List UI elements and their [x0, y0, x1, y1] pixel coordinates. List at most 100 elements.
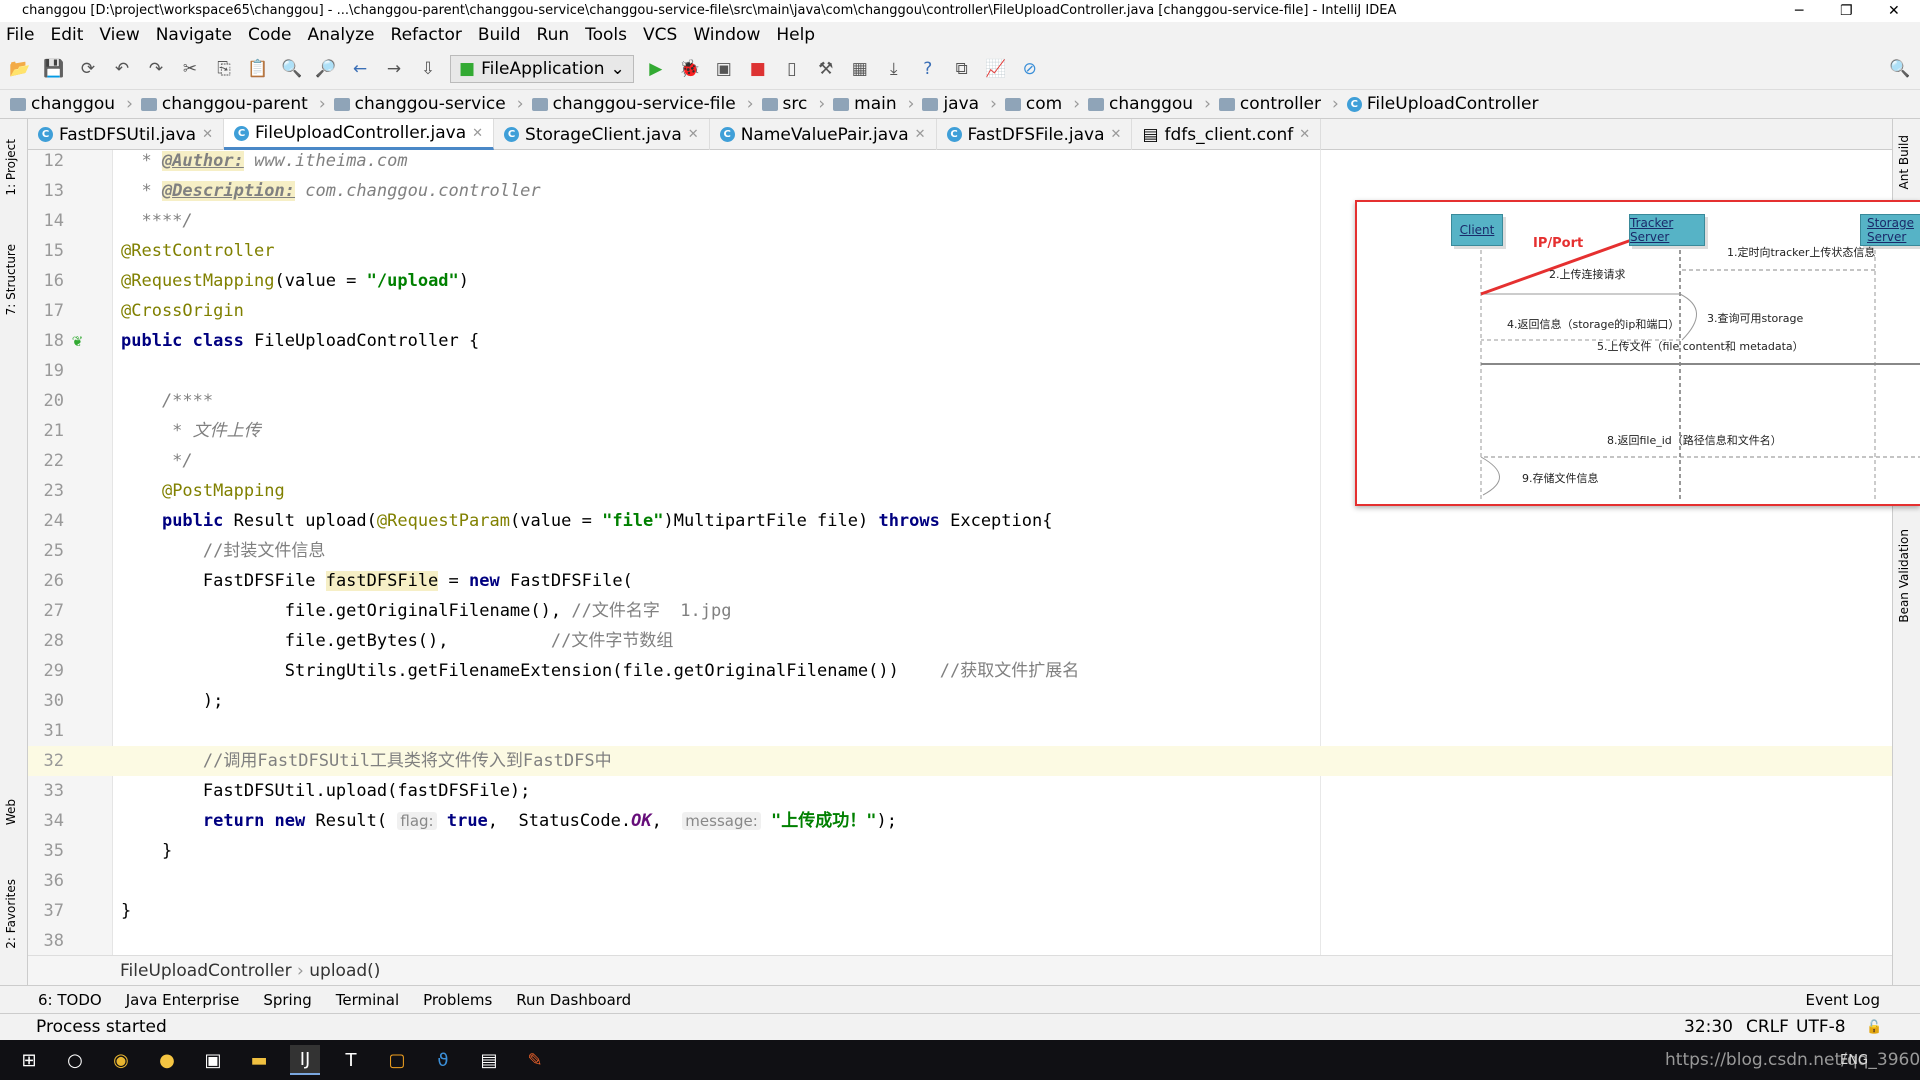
- copy-icon[interactable]: ⎘: [212, 57, 236, 81]
- open-icon[interactable]: 📂: [8, 57, 32, 81]
- terminal-tool-button[interactable]: Terminal: [336, 991, 399, 1009]
- menu-tools[interactable]: Tools: [585, 25, 627, 45]
- bookmark-icon[interactable]: ▯: [780, 57, 804, 81]
- project-structure-icon[interactable]: ⚒: [814, 57, 838, 81]
- menu-help[interactable]: Help: [776, 25, 815, 45]
- lock-icon[interactable]: 🔓: [1866, 1014, 1882, 1041]
- monitor-icon[interactable]: 📈: [984, 57, 1008, 81]
- language-indicator[interactable]: ENG: [1840, 1053, 1868, 1068]
- debug-icon[interactable]: 🐞: [678, 57, 702, 81]
- vcs-icon[interactable]: ⧉: [950, 57, 974, 81]
- app-icon[interactable]: ▣: [198, 1045, 228, 1075]
- line-separator[interactable]: CRLF: [1746, 1014, 1789, 1041]
- menu-file[interactable]: File: [6, 25, 34, 45]
- editor-tab[interactable]: C NameValuePair.java ✕: [710, 119, 937, 150]
- nav-crumb[interactable]: C FileUploadController: [1346, 94, 1538, 114]
- app-icon[interactable]: ▢: [382, 1045, 412, 1075]
- nav-crumb[interactable]: java ›: [922, 94, 997, 114]
- close-tab-icon[interactable]: ✕: [1299, 127, 1310, 142]
- explorer-icon[interactable]: ▬: [244, 1045, 274, 1075]
- spring-bean-icon[interactable]: ❦: [72, 326, 82, 356]
- download-icon[interactable]: ⤓: [882, 57, 906, 81]
- java-enterprise-tool-button[interactable]: Java Enterprise: [126, 991, 240, 1009]
- redo-icon[interactable]: ↷: [144, 57, 168, 81]
- menu-window[interactable]: Window: [693, 25, 760, 45]
- coverage-icon[interactable]: ▣: [712, 57, 736, 81]
- close-tab-icon[interactable]: ✕: [202, 127, 213, 142]
- save-icon[interactable]: 💾: [42, 57, 66, 81]
- file-encoding[interactable]: UTF-8: [1796, 1014, 1846, 1041]
- code-text: StringUtils.getFilenameExtension(file.ge…: [121, 656, 1080, 686]
- problems-tool-button[interactable]: Problems: [423, 991, 492, 1009]
- minimize-button[interactable]: ─: [1795, 0, 1803, 22]
- stop-icon[interactable]: ■: [746, 57, 770, 81]
- editor-tab[interactable]: C FastDFSFile.java ✕: [937, 119, 1133, 150]
- typora-icon[interactable]: T: [336, 1045, 366, 1075]
- help-icon[interactable]: ?: [916, 57, 940, 81]
- run-dashboard-tool-button[interactable]: Run Dashboard: [516, 991, 631, 1009]
- paste-icon[interactable]: 📋: [246, 57, 270, 81]
- close-tab-icon[interactable]: ✕: [1111, 127, 1122, 142]
- chrome-icon[interactable]: ◉: [106, 1045, 136, 1075]
- sync-icon[interactable]: ⟳: [76, 57, 100, 81]
- close-tab-icon[interactable]: ✕: [915, 127, 926, 142]
- nav-crumb[interactable]: changgou-parent ›: [140, 94, 326, 114]
- breadcrumb-method[interactable]: upload(): [309, 961, 380, 981]
- sdk-icon[interactable]: ▦: [848, 57, 872, 81]
- run-configuration-select[interactable]: ■ FileApplication ⌄: [450, 54, 634, 83]
- close-button[interactable]: ✕: [1888, 0, 1900, 22]
- menu-vcs[interactable]: VCS: [643, 25, 677, 45]
- start-icon[interactable]: ⊞: [14, 1045, 44, 1075]
- nav-crumb[interactable]: src ›: [761, 94, 825, 114]
- menu-build[interactable]: Build: [478, 25, 521, 45]
- app-icon[interactable]: ϑ: [428, 1045, 458, 1075]
- close-tab-icon[interactable]: ✕: [472, 126, 483, 141]
- editor-tab[interactable]: ▤ fdfs_client.conf ✕: [1132, 119, 1322, 150]
- disable-icon[interactable]: ⊘: [1018, 57, 1042, 81]
- back-icon[interactable]: ←: [348, 57, 372, 81]
- nav-crumb[interactable]: changgou-service ›: [333, 94, 524, 114]
- breadcrumb-class[interactable]: FileUploadController: [120, 961, 292, 981]
- replace-icon[interactable]: 🔎: [314, 57, 338, 81]
- nav-crumb[interactable]: changgou-service-file ›: [531, 94, 754, 114]
- favorites-tool-button[interactable]: 2: Favorites: [4, 879, 18, 949]
- menu-analyze[interactable]: Analyze: [308, 25, 375, 45]
- editor-tab[interactable]: C FastDFSUtil.java ✕: [28, 119, 225, 150]
- structure-tool-button[interactable]: 7: Structure: [4, 244, 18, 315]
- cut-icon[interactable]: ✂: [178, 57, 202, 81]
- editor-tab[interactable]: C FileUploadController.java ✕: [224, 119, 495, 150]
- app-icon[interactable]: ✎: [520, 1045, 550, 1075]
- project-tool-button[interactable]: 1: Project: [4, 139, 18, 196]
- bean-validation-tool-button[interactable]: Bean Validation: [1897, 529, 1911, 623]
- spring-tool-button[interactable]: Spring: [263, 991, 311, 1009]
- menu-run[interactable]: Run: [537, 25, 570, 45]
- menu-edit[interactable]: Edit: [50, 25, 83, 45]
- find-icon[interactable]: 🔍: [280, 57, 304, 81]
- nav-crumb[interactable]: changgou ›: [1088, 94, 1211, 114]
- caret-position[interactable]: 32:30: [1684, 1014, 1733, 1041]
- editor-tab[interactable]: C StorageClient.java ✕: [494, 119, 710, 150]
- forward-icon[interactable]: →: [382, 57, 406, 81]
- ant-build-tool-button[interactable]: Ant Build: [1897, 135, 1911, 189]
- menu-navigate[interactable]: Navigate: [156, 25, 232, 45]
- search-everywhere-icon[interactable]: 🔍: [1888, 57, 1912, 81]
- restore-button[interactable]: ❐: [1840, 0, 1853, 22]
- search-icon[interactable]: ○: [60, 1045, 90, 1075]
- undo-icon[interactable]: ↶: [110, 57, 134, 81]
- nav-crumb[interactable]: main ›: [833, 94, 914, 114]
- nav-crumb[interactable]: com ›: [1004, 94, 1080, 114]
- web-tool-button[interactable]: Web: [4, 799, 18, 825]
- app-icon[interactable]: ▤: [474, 1045, 504, 1075]
- nav-crumb[interactable]: changgou ›: [10, 94, 133, 114]
- intellij-icon[interactable]: IJ: [290, 1045, 320, 1075]
- close-tab-icon[interactable]: ✕: [688, 127, 699, 142]
- menu-view[interactable]: View: [99, 25, 139, 45]
- menu-code[interactable]: Code: [248, 25, 292, 45]
- app-icon[interactable]: ●: [152, 1045, 182, 1075]
- event-log-button[interactable]: Event Log: [1805, 991, 1880, 1009]
- run-icon[interactable]: ▶: [644, 57, 668, 81]
- menu-refactor[interactable]: Refactor: [391, 25, 462, 45]
- nav-crumb[interactable]: controller ›: [1218, 94, 1339, 114]
- todo-tool-button[interactable]: 6: TODO: [38, 991, 102, 1009]
- build-icon[interactable]: ⇩: [416, 57, 440, 81]
